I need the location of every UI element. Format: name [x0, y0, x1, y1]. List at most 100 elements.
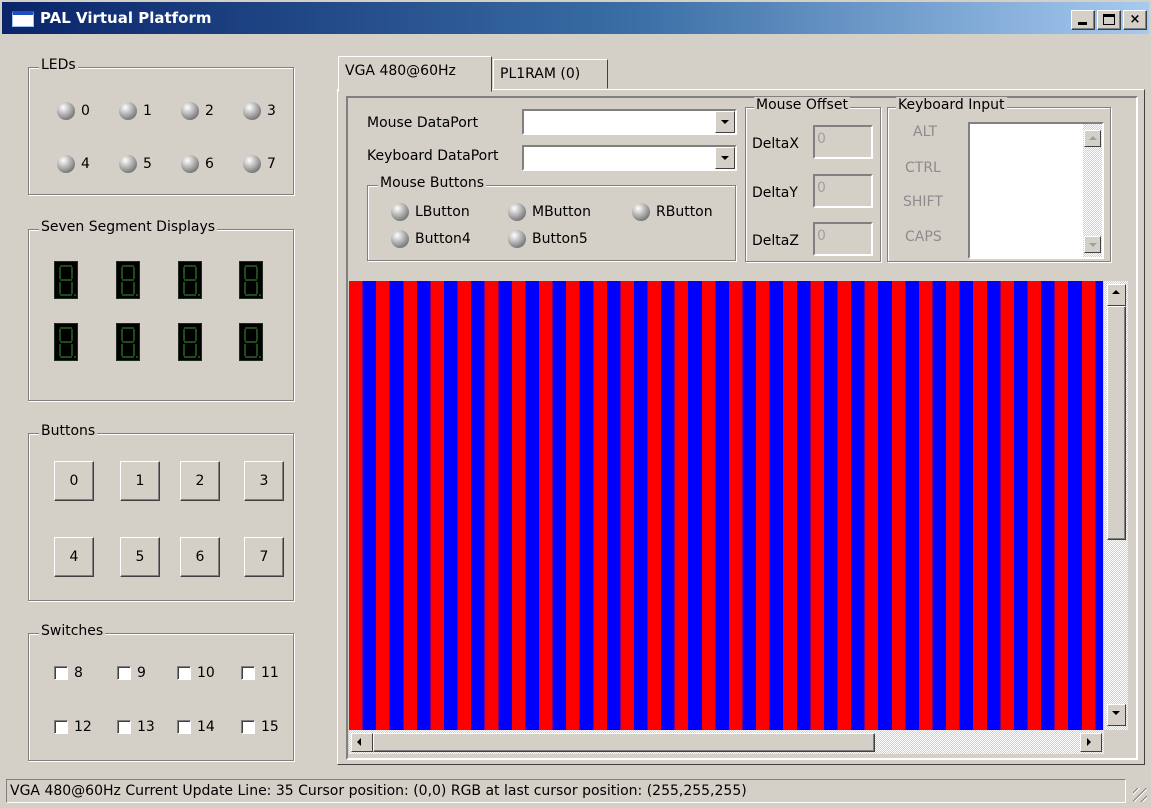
seven-segment-display — [239, 261, 263, 299]
vga-display[interactable] — [349, 281, 1103, 730]
mouse-button-label: LButton — [415, 204, 470, 220]
vertical-scrollbar[interactable] — [1104, 281, 1128, 730]
push-button-5[interactable]: 5 — [120, 537, 160, 577]
led-5: 5 — [119, 155, 152, 173]
led-icon — [57, 155, 75, 173]
led-label: 5 — [143, 156, 152, 172]
mouse-buttons-legend: Mouse Buttons — [378, 175, 487, 191]
scroll-left-icon[interactable] — [351, 733, 373, 752]
led-label: 7 — [267, 156, 276, 172]
window-title: PAL Virtual Platform — [40, 9, 212, 27]
deltax-field: 0 — [813, 125, 873, 159]
mouse-dataport-combo[interactable] — [522, 109, 737, 135]
mouse-mbutton: MButton — [508, 203, 591, 221]
deltay-field: 0 — [813, 174, 873, 208]
tab-pl1ram[interactable]: PL1RAM (0) — [493, 59, 608, 89]
led-7: 7 — [243, 155, 276, 173]
seven-segment-display — [178, 261, 202, 299]
push-button-3[interactable]: 3 — [244, 461, 284, 501]
minimize-icon — [1078, 22, 1087, 25]
deltax-label: DeltaX — [752, 136, 799, 152]
keyboard-input-list[interactable] — [968, 122, 1104, 259]
push-button-7[interactable]: 7 — [244, 537, 284, 577]
vertical-scroll-thumb[interactable] — [1107, 306, 1126, 540]
switch-11[interactable]: 11 — [241, 665, 279, 681]
mouse-button-label: RButton — [656, 204, 713, 220]
switch-15[interactable]: 15 — [241, 719, 279, 735]
keyboard-dataport-combo[interactable] — [522, 145, 737, 171]
checkbox[interactable] — [54, 720, 68, 734]
checkbox[interactable] — [177, 666, 191, 680]
listbox-scrollbar[interactable] — [1083, 124, 1102, 257]
switch-10[interactable]: 10 — [177, 665, 215, 681]
push-button-0[interactable]: 0 — [54, 461, 94, 501]
push-button-6[interactable]: 6 — [180, 537, 220, 577]
seven-segment-display — [116, 323, 140, 361]
horizontal-scrollbar[interactable] — [349, 730, 1104, 754]
switch-8[interactable]: 8 — [54, 665, 83, 681]
dropdown-arrow-icon[interactable] — [715, 147, 735, 169]
switch-12[interactable]: 12 — [54, 719, 92, 735]
keyboard-input-legend: Keyboard Input — [896, 97, 1007, 113]
shift-indicator: SHIFT — [903, 194, 943, 210]
leds-legend: LEDs — [39, 57, 78, 73]
push-button-2[interactable]: 2 — [180, 461, 220, 501]
tab-vga[interactable]: VGA 480@60Hz — [338, 56, 492, 92]
keyboard-dataport-label: Keyboard DataPort — [367, 148, 499, 164]
horizontal-scroll-thumb[interactable] — [373, 733, 875, 752]
led-icon — [391, 203, 409, 221]
led-icon — [243, 155, 261, 173]
maximize-button[interactable] — [1097, 10, 1121, 30]
checkbox[interactable] — [117, 720, 131, 734]
mouse-lbutton: LButton — [391, 203, 470, 221]
switch-label: 9 — [137, 665, 146, 681]
status-bar: VGA 480@60Hz Current Update Line: 35 Cur… — [6, 779, 1126, 803]
mouse-button4: Button4 — [391, 230, 471, 248]
mouse-button5: Button5 — [508, 230, 588, 248]
minimize-button[interactable] — [1071, 10, 1095, 30]
dropdown-arrow-icon[interactable] — [715, 111, 735, 133]
led-0: 0 — [57, 102, 90, 120]
switch-9[interactable]: 9 — [117, 665, 146, 681]
led-label: 0 — [81, 103, 90, 119]
mouse-buttons-group: Mouse Buttons — [367, 175, 736, 261]
ctrl-indicator: CTRL — [905, 160, 941, 176]
push-button-1[interactable]: 1 — [120, 461, 160, 501]
checkbox[interactable] — [177, 720, 191, 734]
main-window: PAL Virtual Platform × LEDs 0 1 2 3 4 5 … — [0, 0, 1151, 808]
switch-label: 8 — [74, 665, 83, 681]
buttons-legend: Buttons — [39, 423, 98, 439]
led-label: 1 — [143, 103, 152, 119]
switch-14[interactable]: 14 — [177, 719, 215, 735]
seven-segment-legend: Seven Segment Displays — [39, 219, 218, 235]
scroll-down-icon[interactable] — [1107, 704, 1126, 726]
scroll-up-icon[interactable] — [1107, 284, 1126, 306]
scroll-up-icon[interactable] — [1084, 130, 1101, 147]
push-button-4[interactable]: 4 — [54, 537, 94, 577]
title-bar[interactable]: PAL Virtual Platform × — [2, 2, 1149, 34]
resize-grip-icon[interactable] — [1133, 788, 1147, 802]
scroll-right-icon[interactable] — [1080, 733, 1102, 752]
led-label: 4 — [81, 156, 90, 172]
close-icon: × — [1129, 12, 1141, 27]
close-button[interactable]: × — [1123, 10, 1147, 30]
scroll-down-icon[interactable] — [1084, 236, 1101, 253]
checkbox[interactable] — [117, 666, 131, 680]
leds-group: LEDs — [28, 57, 294, 195]
seven-segment-display — [178, 323, 202, 361]
switch-label: 11 — [261, 665, 279, 681]
checkbox[interactable] — [54, 666, 68, 680]
led-4: 4 — [57, 155, 90, 173]
caps-indicator: CAPS — [905, 229, 942, 245]
led-6: 6 — [181, 155, 214, 173]
deltaz-field: 0 — [813, 222, 873, 256]
deltay-label: DeltaY — [752, 185, 798, 201]
led-icon — [181, 102, 199, 120]
checkbox[interactable] — [241, 666, 255, 680]
switch-13[interactable]: 13 — [117, 719, 155, 735]
checkbox[interactable] — [241, 720, 255, 734]
led-icon — [632, 203, 650, 221]
mouse-rbutton: RButton — [632, 203, 713, 221]
led-2: 2 — [181, 102, 214, 120]
mouse-button-label: Button4 — [415, 231, 471, 247]
